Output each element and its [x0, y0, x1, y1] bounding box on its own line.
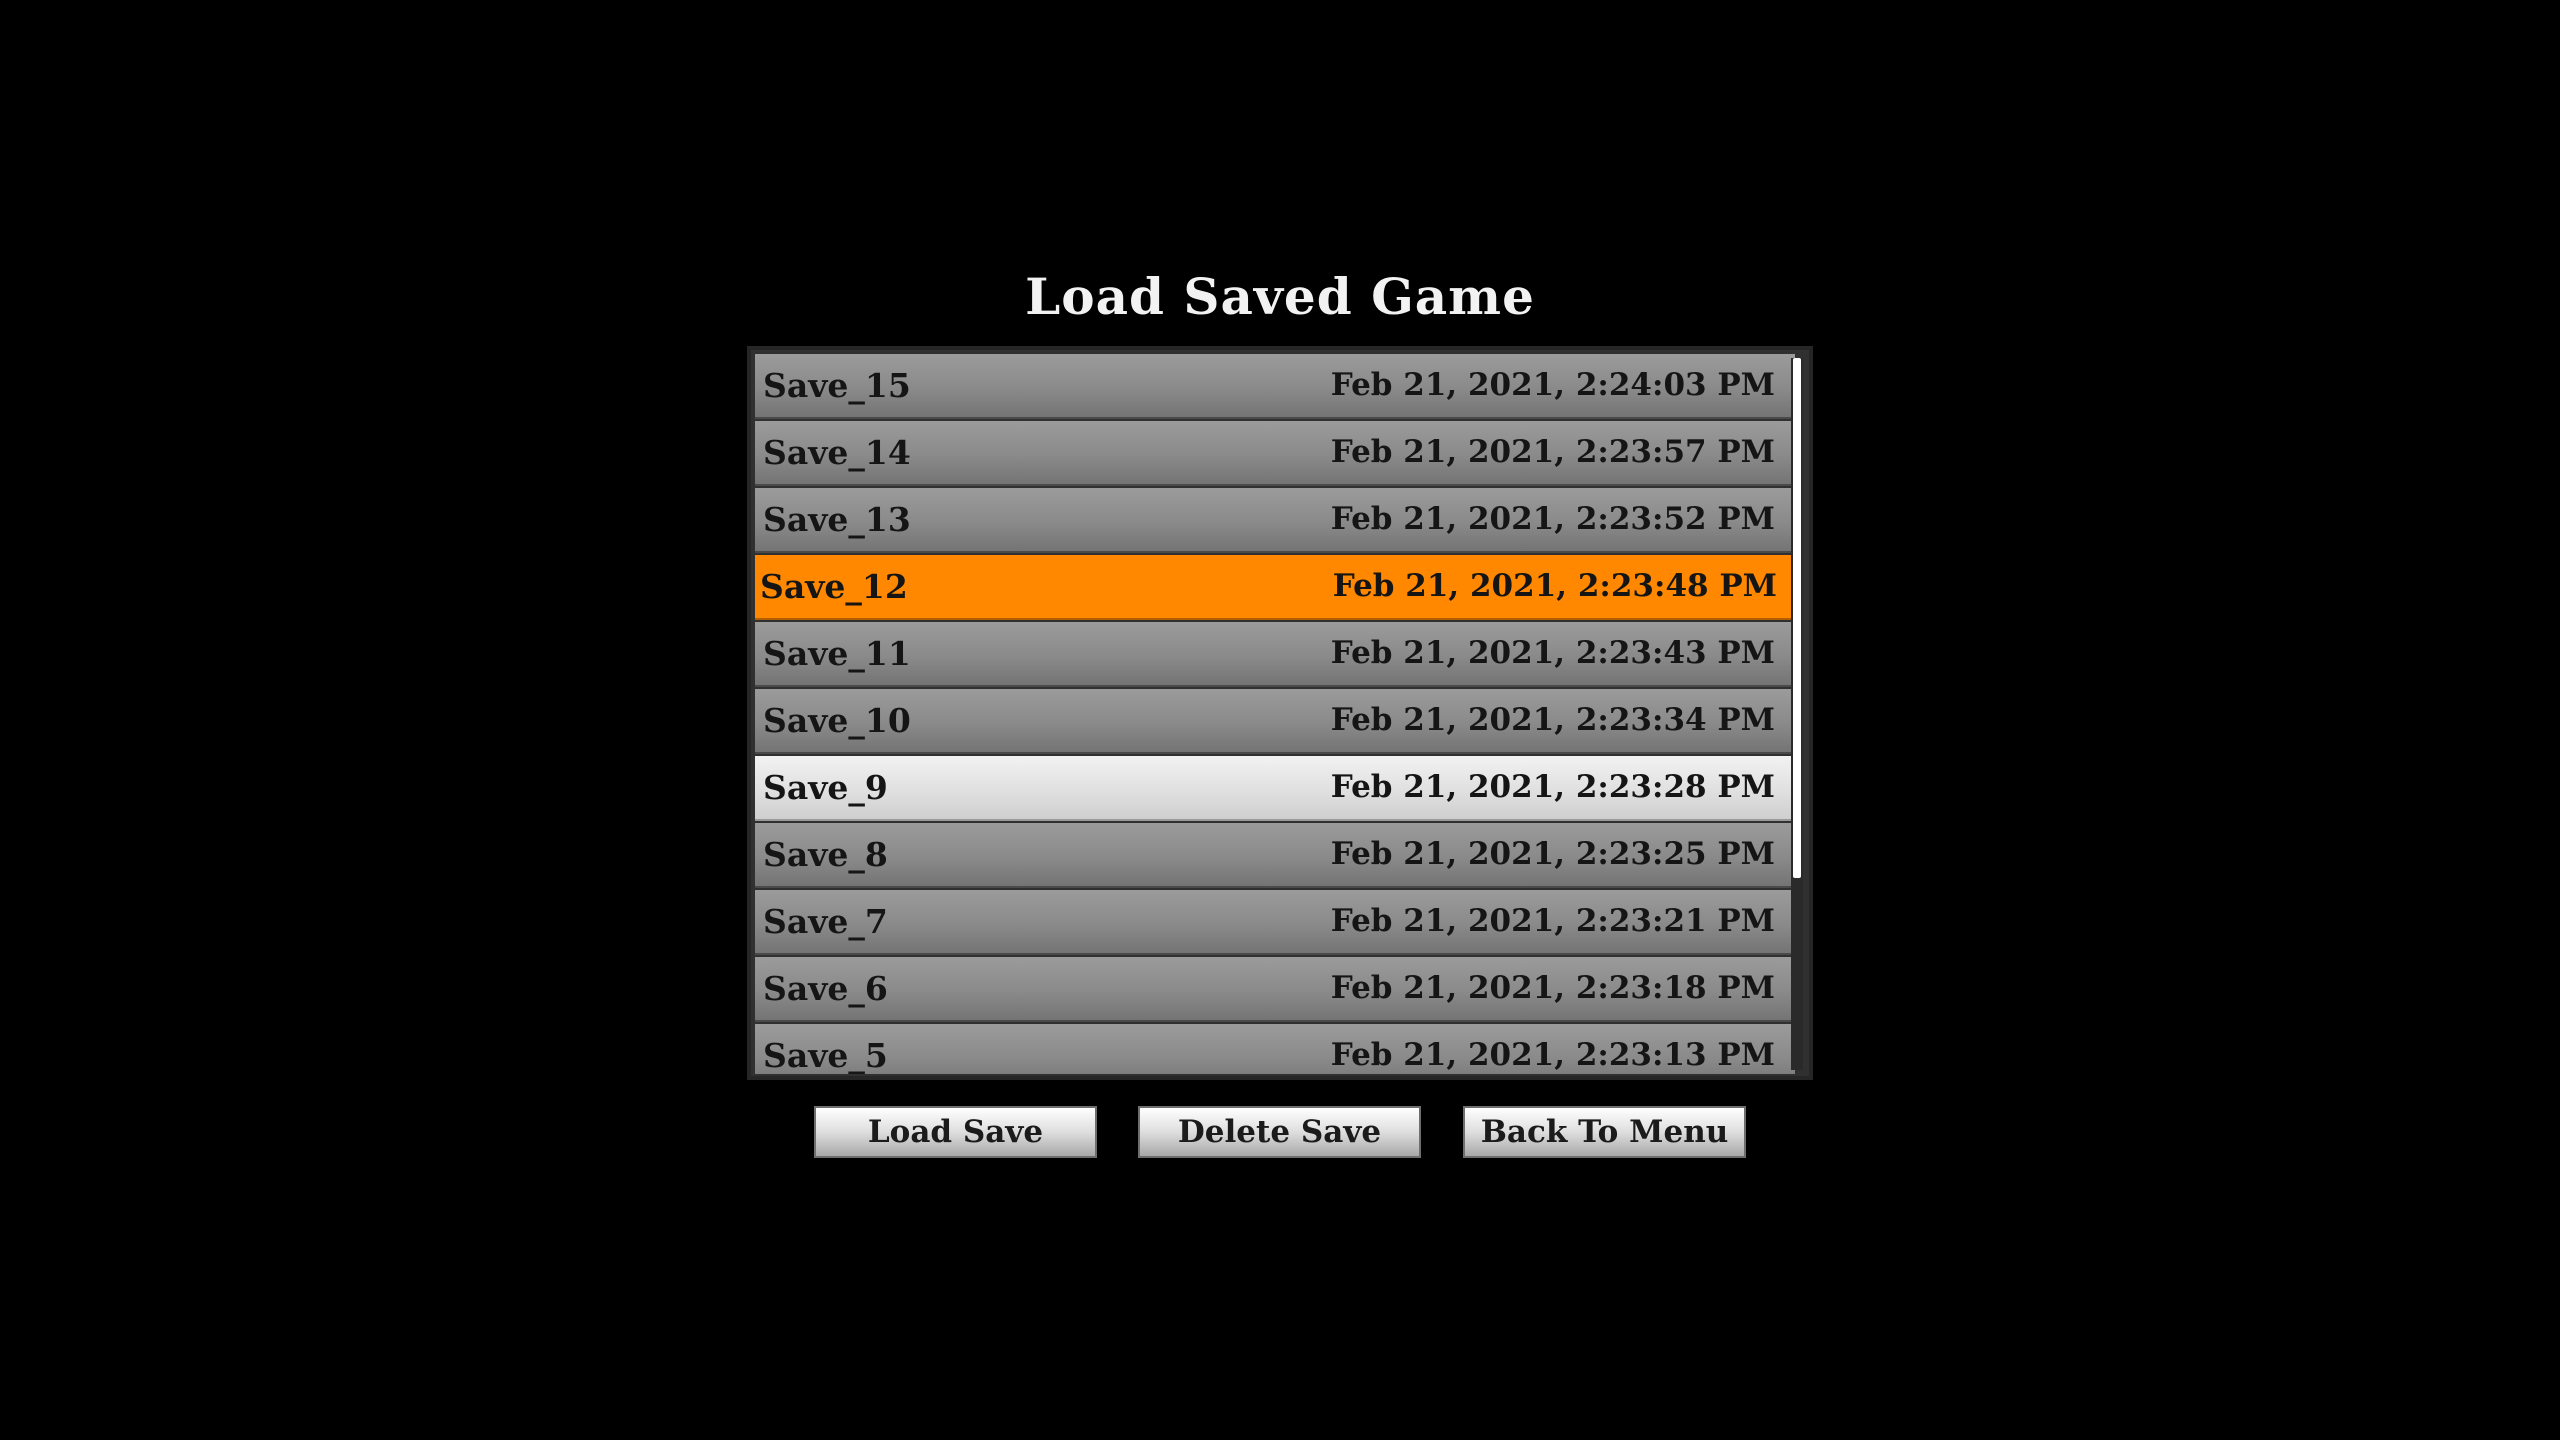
save-list[interactable]: Save_15 Feb 21, 2021, 2:24:03 PM Save_14 Fe…	[755, 354, 1795, 1074]
screen-title: Load Saved Game	[1025, 267, 1535, 326]
scrollbar-thumb[interactable]	[1793, 358, 1801, 878]
save-row[interactable]: Save_8 Feb 21, 2021, 2:23:25 PM	[755, 823, 1795, 888]
save-name: Save_6	[763, 969, 888, 1008]
save-name: Save_9	[763, 768, 888, 807]
save-date: Feb 21, 2021, 2:23:34 PM	[1330, 702, 1775, 738]
save-name: Save_13	[763, 500, 911, 539]
save-name: Save_11	[763, 634, 911, 673]
scrollbar-track[interactable]	[1791, 358, 1803, 1070]
save-row[interactable]: Save_15 Feb 21, 2021, 2:24:03 PM	[755, 354, 1795, 419]
delete-save-button[interactable]: Delete Save	[1138, 1106, 1421, 1158]
save-row[interactable]: Save_12 Feb 21, 2021, 2:23:48 PM	[755, 555, 1795, 620]
save-row[interactable]: Save_11 Feb 21, 2021, 2:23:43 PM	[755, 622, 1795, 687]
save-date: Feb 21, 2021, 2:23:52 PM	[1330, 501, 1775, 537]
save-name: Save_14	[763, 433, 911, 472]
save-name: Save_8	[763, 835, 888, 874]
save-date: Feb 21, 2021, 2:23:43 PM	[1330, 635, 1775, 671]
save-date: Feb 21, 2021, 2:24:03 PM	[1330, 367, 1775, 403]
save-date: Feb 21, 2021, 2:23:28 PM	[1330, 769, 1775, 805]
save-row[interactable]: Save_5 Feb 21, 2021, 2:23:13 PM	[755, 1024, 1795, 1074]
save-date: Feb 21, 2021, 2:23:18 PM	[1330, 970, 1775, 1006]
action-buttons: Load Save Delete Save Back To Menu	[0, 1106, 2560, 1158]
save-name: Save_7	[763, 902, 888, 941]
save-name: Save_10	[763, 701, 911, 740]
save-row[interactable]: Save_6 Feb 21, 2021, 2:23:18 PM	[755, 957, 1795, 1022]
save-name: Save_12	[760, 567, 908, 606]
save-row[interactable]: Save_13 Feb 21, 2021, 2:23:52 PM	[755, 488, 1795, 553]
save-name: Save_5	[763, 1036, 888, 1074]
save-date: Feb 21, 2021, 2:23:21 PM	[1330, 903, 1775, 939]
back-to-menu-button[interactable]: Back To Menu	[1463, 1106, 1746, 1158]
save-row[interactable]: Save_14 Feb 21, 2021, 2:23:57 PM	[755, 421, 1795, 486]
save-date: Feb 21, 2021, 2:23:57 PM	[1330, 434, 1775, 470]
save-list-panel: Save_15 Feb 21, 2021, 2:24:03 PM Save_14 Fe…	[747, 346, 1813, 1080]
save-date: Feb 21, 2021, 2:23:48 PM	[1332, 568, 1777, 604]
save-row[interactable]: Save_9 Feb 21, 2021, 2:23:28 PM	[755, 756, 1795, 821]
save-name: Save_15	[763, 366, 911, 405]
load-save-button[interactable]: Load Save	[814, 1106, 1097, 1158]
save-date: Feb 21, 2021, 2:23:13 PM	[1330, 1037, 1775, 1073]
save-row[interactable]: Save_10 Feb 21, 2021, 2:23:34 PM	[755, 689, 1795, 754]
save-row[interactable]: Save_7 Feb 21, 2021, 2:23:21 PM	[755, 890, 1795, 955]
load-game-screen: Load Saved Game Save_15 Feb 21, 2021, 2:2…	[0, 0, 2560, 1440]
save-date: Feb 21, 2021, 2:23:25 PM	[1330, 836, 1775, 872]
